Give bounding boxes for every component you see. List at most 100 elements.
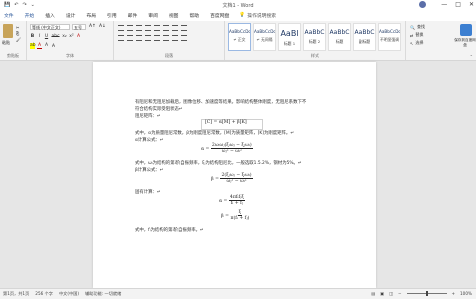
- ribbon: 粘贴 ✂ ⎘ 🖌 剪贴板 等线 (中文正文) 五号 A↑ A↓ B I U ab…: [0, 21, 476, 61]
- accessibility-status[interactable]: 辅助功能: 一切就绪: [85, 291, 121, 297]
- find-label: 查找: [416, 24, 425, 29]
- tab-view[interactable]: 视图: [168, 10, 180, 21]
- zoom-level[interactable]: 100%: [460, 291, 472, 296]
- shading-icon[interactable]: [172, 35, 178, 41]
- superscript-button[interactable]: x²: [69, 34, 74, 39]
- cursor-icon: ↖: [410, 40, 414, 46]
- doc-line-1: 有阻尼和无阻尼加载后，图像位移、加速度等结果。影响结构整体刚度，无阻尼系数下不: [135, 100, 307, 105]
- strikethrough-button[interactable]: abc: [51, 34, 60, 39]
- underline-button[interactable]: U: [44, 34, 49, 39]
- clipboard-group-label: 剪贴板: [7, 53, 19, 58]
- clipboard-group: 粘贴 ✂ ⎘ 🖌 剪贴板: [0, 21, 27, 60]
- grow-font-icon[interactable]: A↑: [89, 24, 96, 29]
- replace-label: 替换: [415, 32, 424, 37]
- style-6[interactable]: AaBbCcDc 不明显强调: [378, 23, 401, 51]
- doc-line-5: α计算公式：↵: [135, 138, 164, 143]
- numbering-icon[interactable]: [127, 25, 133, 31]
- tab-mailings[interactable]: 邮件: [127, 10, 139, 21]
- page-count[interactable]: 第1页，共1页: [3, 291, 29, 297]
- select-button[interactable]: ↖ 选择: [410, 40, 425, 46]
- font-color-button[interactable]: A: [76, 34, 81, 39]
- zoom-slider-thumb[interactable]: [425, 291, 428, 296]
- document-page[interactable]: 有阻尼和无阻尼加载后，图像位移、加速度等结果。影响结构整体刚度，无阻尼系数下不 …: [93, 62, 376, 288]
- subscript-button[interactable]: x₂: [62, 34, 67, 39]
- decrease-indent-icon[interactable]: [145, 25, 151, 31]
- zoom-slider[interactable]: [406, 291, 447, 296]
- align-left-icon[interactable]: [118, 35, 124, 41]
- style-sample: AaBbC: [354, 29, 375, 36]
- lightbulb-icon: 💡: [239, 13, 246, 18]
- ribbon-tabs: 文件 开始 插入 设计 布局 引用 邮件 审阅 视图 帮助 百度网盘 💡 操作说…: [0, 10, 476, 22]
- zoom-out-button[interactable]: −: [398, 291, 402, 296]
- language-indicator[interactable]: 中文(中国): [59, 291, 79, 297]
- alpha-freq-denominator: fᵢ + fⱼ: [230, 201, 244, 206]
- font-name-select[interactable]: 等线 (中文正文): [30, 24, 70, 30]
- show-marks-icon[interactable]: [181, 25, 187, 31]
- baidu-cloud-icon[interactable]: [460, 24, 472, 36]
- italic-button[interactable]: I: [37, 34, 42, 39]
- style-4[interactable]: AaBbC 标题: [328, 23, 351, 51]
- minimize-button[interactable]: —: [441, 1, 447, 8]
- paragraph-group-label: 段落: [165, 53, 173, 58]
- window-controls: — □ ✕: [441, 1, 474, 8]
- shrink-font-icon[interactable]: A↓: [99, 24, 106, 29]
- tab-home[interactable]: 开始: [23, 10, 36, 22]
- user-avatar[interactable]: [419, 1, 426, 8]
- replace-button[interactable]: ⇄ 替换: [410, 32, 425, 38]
- increase-indent-icon[interactable]: [154, 25, 160, 31]
- equation-damping-matrix[interactable]: [C] = α[M] + β[K]: [205, 120, 247, 125]
- text-color-icon[interactable]: A: [37, 43, 42, 49]
- style-0[interactable]: AaBbCcDc ↵ 正文: [228, 23, 251, 51]
- equation-alpha[interactable]: α = 2ωᵢωⱼ(ξᵢωⱼ − ξⱼωᵢ) ωⱼ² − ωᵢ²: [201, 143, 253, 154]
- format-painter-icon[interactable]: 🖌: [16, 37, 21, 43]
- zoom-in-button[interactable]: +: [452, 291, 456, 296]
- multilevel-list-icon[interactable]: [136, 25, 142, 31]
- tab-file[interactable]: 文件: [3, 10, 15, 21]
- web-layout-icon[interactable]: ◫: [389, 291, 393, 296]
- char-border-icon[interactable]: Ａ: [51, 43, 56, 49]
- borders-icon[interactable]: [181, 35, 187, 41]
- style-3[interactable]: AaBbC 标题 2: [303, 23, 326, 51]
- tab-design[interactable]: 设计: [65, 10, 77, 21]
- equation-beta-freq[interactable]: β = ξ π(fᵢ + fⱼ): [221, 210, 249, 221]
- style-2[interactable]: AaBl 标题 1: [278, 23, 301, 51]
- read-mode-icon[interactable]: ▤: [371, 291, 375, 296]
- distributed-icon[interactable]: [154, 35, 160, 41]
- style-1[interactable]: AaBbCcDc ↵ 无间隔: [253, 23, 276, 51]
- collapse-ribbon-icon[interactable]: ⌃: [470, 54, 473, 59]
- close-button[interactable]: ✕: [469, 1, 474, 8]
- style-name: 标题 1: [283, 41, 296, 46]
- align-center-icon[interactable]: [127, 35, 133, 41]
- highlight-color-icon[interactable]: ab: [30, 43, 36, 49]
- align-right-icon[interactable]: [136, 35, 142, 41]
- chinese-layout-icon[interactable]: [163, 25, 169, 31]
- font-size-select[interactable]: 五号: [72, 24, 86, 30]
- style-sample: AaBl: [280, 29, 299, 38]
- word-count[interactable]: 256 个字: [35, 291, 53, 297]
- print-layout-icon[interactable]: ▣: [380, 291, 384, 296]
- tab-review[interactable]: 审阅: [147, 10, 159, 21]
- styles-group: AaBbCcDc ↵ 正文 AaBbCcDc ↵ 无间隔 AaBl 标题 1 AaBbC 标题…: [225, 21, 406, 60]
- tab-references[interactable]: 引用: [106, 10, 118, 21]
- tab-help[interactable]: 帮助: [188, 10, 200, 21]
- title-bar: 💾 ↶ ↷ ⌄ 文档1 - Word — □ ✕: [0, 0, 476, 10]
- doc-line-7: β计算公式：↵: [135, 168, 164, 173]
- char-shading-icon[interactable]: A: [44, 43, 49, 49]
- bullets-icon[interactable]: [118, 25, 124, 31]
- equation-beta[interactable]: β = 2(ξⱼωⱼ − ξᵢωᵢ) ωⱼ² − ωᵢ²: [211, 173, 253, 184]
- beta-freq-lhs: β =: [221, 214, 229, 219]
- tab-layout[interactable]: 布局: [85, 10, 97, 21]
- justify-icon[interactable]: [145, 35, 151, 41]
- line-spacing-icon[interactable]: [163, 35, 169, 41]
- maximize-button[interactable]: □: [455, 1, 461, 8]
- find-button[interactable]: 🔍 查找: [410, 24, 425, 30]
- style-5[interactable]: AaBbC 副标题: [353, 23, 376, 51]
- sort-icon[interactable]: [172, 25, 178, 31]
- equation-alpha-freq[interactable]: α = 4πfᵢfⱼξ fᵢ + fⱼ: [219, 195, 245, 206]
- paste-button[interactable]: [3, 24, 13, 38]
- bold-button[interactable]: B: [30, 34, 35, 39]
- tab-insert[interactable]: 插入: [44, 10, 56, 21]
- tab-baidu[interactable]: 百度网盘: [209, 10, 230, 21]
- tell-me-search[interactable]: 💡 操作说明搜索: [239, 12, 276, 19]
- select-label: 选择: [415, 40, 424, 45]
